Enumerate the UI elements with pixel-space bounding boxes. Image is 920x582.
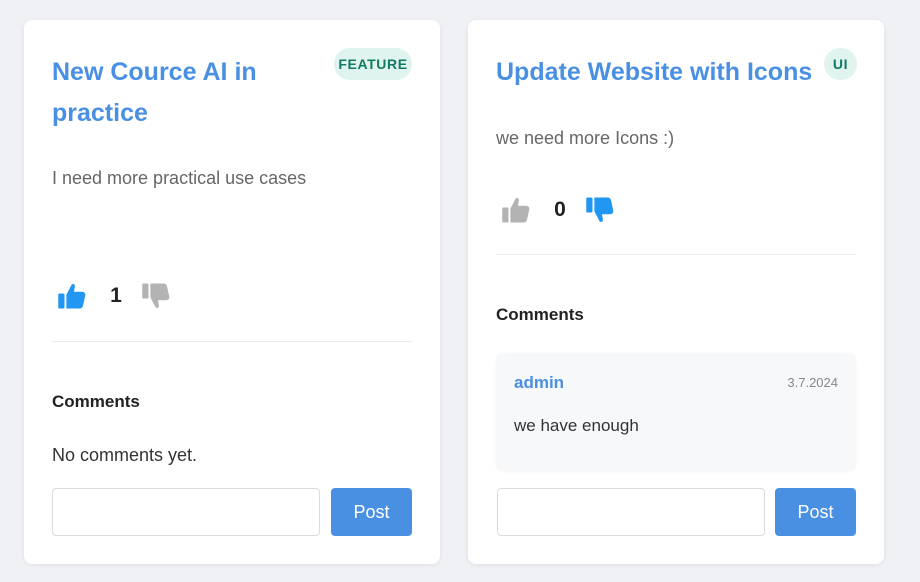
comment-text: we have enough: [514, 416, 639, 435]
thumbs-up-icon: [501, 195, 531, 225]
category-badge: FEATURE: [334, 48, 412, 80]
feature-card: Update Website with Icons UI we need mor…: [468, 20, 884, 564]
no-comments-message: No comments yet.: [52, 445, 198, 465]
divider: [496, 254, 856, 255]
comment-item: admin 3.7.2024 we have enough: [496, 353, 856, 470]
divider: [52, 341, 412, 342]
vote-count: 1: [110, 284, 122, 307]
vote-bar: 1: [52, 276, 412, 316]
post-comment-button[interactable]: Post: [775, 488, 856, 536]
downvote-button[interactable]: [136, 276, 176, 316]
comment-author: admin: [514, 373, 565, 392]
card-title: Update Website with Icons: [496, 58, 813, 86]
category-badge: UI: [824, 48, 857, 80]
upvote-button[interactable]: [496, 190, 536, 230]
thumbs-down-icon: [585, 195, 615, 225]
card-description: I need more practical use cases: [52, 168, 307, 188]
comment-input[interactable]: [52, 488, 320, 536]
card-description: we need more Icons :): [496, 128, 675, 148]
comments-heading: Comments: [52, 392, 140, 411]
vote-count: 0: [554, 198, 566, 221]
comment-date: 3.7.2024: [787, 375, 838, 390]
feature-card: New Cource AI in practice FEATURE I need…: [24, 20, 440, 564]
downvote-button[interactable]: [580, 190, 620, 230]
upvote-button[interactable]: [52, 276, 92, 316]
vote-bar: 0: [496, 190, 856, 230]
thumbs-up-icon: [57, 281, 87, 311]
thumbs-down-icon: [141, 281, 171, 311]
comment-input[interactable]: [497, 488, 765, 536]
comments-heading: Comments: [496, 305, 584, 324]
post-comment-button[interactable]: Post: [331, 488, 412, 536]
card-title: New Cource AI in practice: [52, 58, 257, 127]
